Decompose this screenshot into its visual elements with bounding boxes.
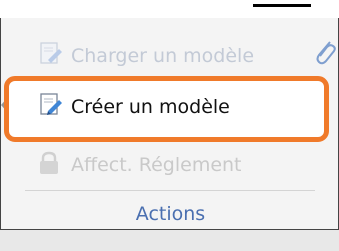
load-template-item[interactable]: Charger un modèle [39,40,254,72]
document-pen-icon [39,40,65,72]
document-pen-icon [39,91,65,123]
ribbon-panel: Charger un modèle Créer un modèle Affect… [0,18,339,251]
group-divider [25,190,315,191]
lock-icon [37,150,61,180]
top-overline-mark [253,4,311,7]
create-template-label: Créer un modèle [71,96,230,118]
actions-group-label: Actions [135,203,206,225]
assign-rule-item[interactable]: Affect. Réglement [37,149,242,181]
create-template-item[interactable]: Créer un modèle [39,91,230,123]
load-template-label: Charger un modèle [71,45,255,67]
top-cover [0,0,339,18]
assign-rule-label: Affect. Réglement [71,154,242,176]
paperclip-icon[interactable] [313,38,337,72]
bottom-bar [0,229,339,251]
